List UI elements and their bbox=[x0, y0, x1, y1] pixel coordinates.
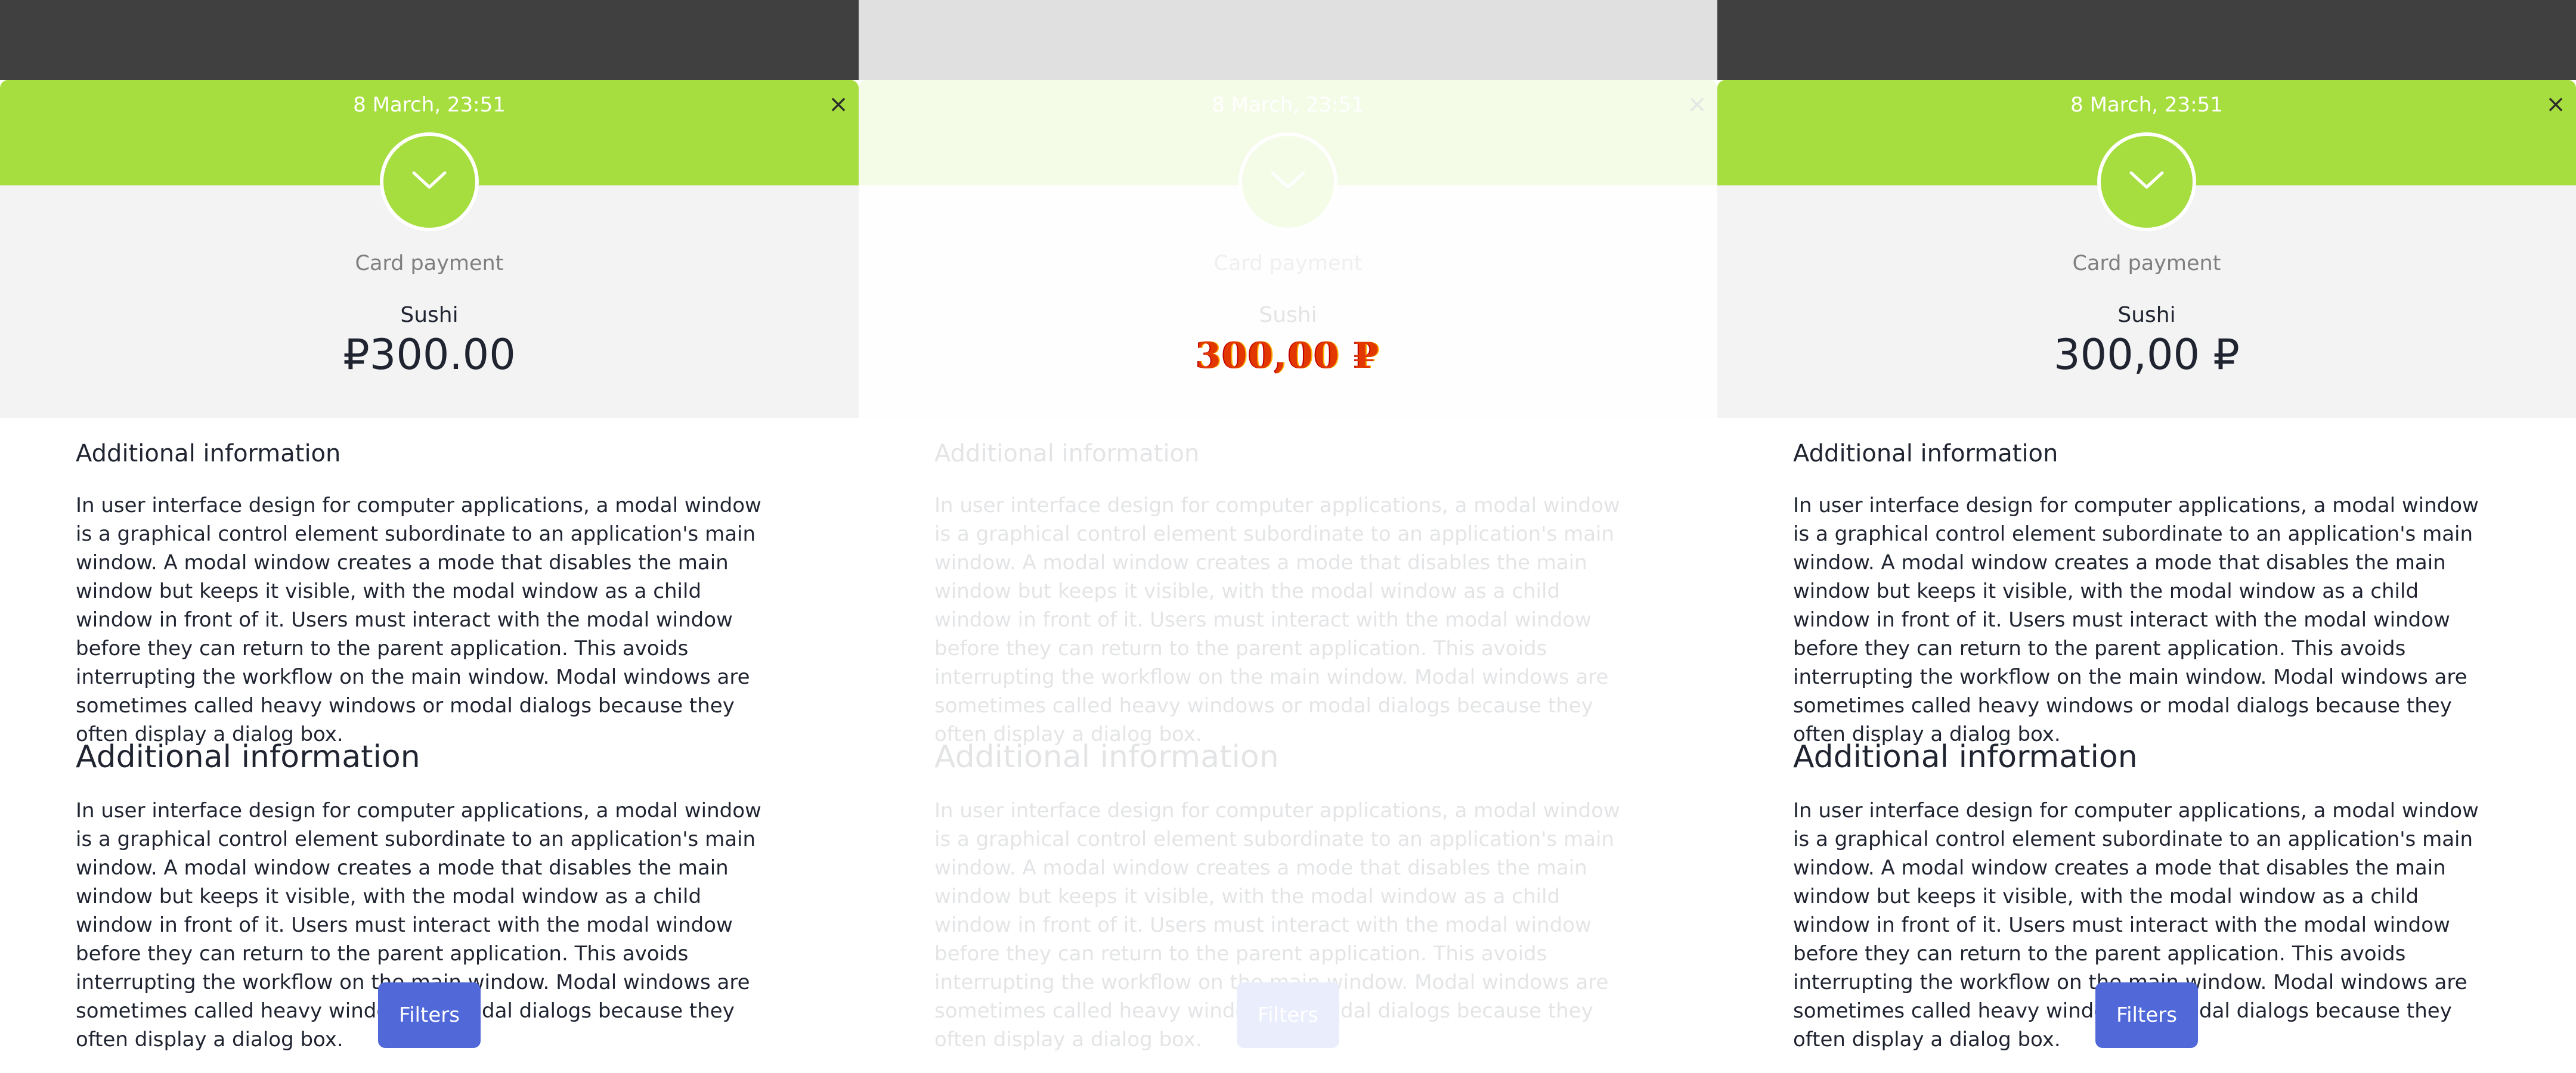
backdrop-strip bbox=[1717, 0, 2576, 80]
payment-method: Card payment bbox=[355, 252, 504, 275]
payment-method: Card payment bbox=[1213, 252, 1363, 275]
transaction-datetime: 8 March, 23:51 bbox=[2070, 93, 2223, 117]
merchant-name: Sushi bbox=[2117, 303, 2176, 327]
filters-button[interactable]: Filters bbox=[2095, 982, 2198, 1048]
status-badge bbox=[1239, 132, 1337, 231]
receipt-modal-3: 8 March, 23:51 × Card payment Sushi 300,… bbox=[1717, 0, 2576, 1073]
info-paragraph: In user interface design for computer ap… bbox=[1793, 494, 2479, 746]
payment-amount: ₽300.00 bbox=[343, 330, 516, 379]
payment-method: Card payment bbox=[2072, 252, 2221, 275]
merchant-name: Sushi bbox=[1259, 303, 1317, 327]
payment-amount: 300,00 ₽ bbox=[2054, 330, 2240, 379]
filters-button[interactable]: Filters bbox=[378, 982, 481, 1048]
chevron-down-icon bbox=[412, 171, 447, 189]
status-badge bbox=[2097, 132, 2196, 231]
backdrop-strip bbox=[859, 0, 1717, 80]
backdrop-strip bbox=[0, 0, 859, 80]
info-paragraph: In user interface design for computer ap… bbox=[76, 494, 761, 746]
filters-button[interactable]: Filters bbox=[1237, 982, 1339, 1048]
status-badge bbox=[380, 132, 479, 231]
receipt-modal-1: 8 March, 23:51 × Card payment Sushi ₽300… bbox=[0, 0, 859, 1073]
close-icon[interactable]: × bbox=[1685, 92, 1709, 116]
receipt-modal-2: 8 March, 23:51 × Card payment Sushi Addi… bbox=[859, 0, 1717, 1073]
chevron-down-icon bbox=[1271, 171, 1305, 189]
section-title-small: Additional information bbox=[76, 440, 341, 467]
chevron-down-icon bbox=[2129, 171, 2164, 189]
close-icon[interactable]: × bbox=[2544, 92, 2568, 116]
section-title-small: Additional information bbox=[934, 440, 1200, 467]
info-paragraph: In user interface design for computer ap… bbox=[934, 494, 1620, 746]
section-title-large: Additional information bbox=[1793, 739, 2138, 775]
transaction-datetime: 8 March, 23:51 bbox=[1212, 93, 1364, 117]
close-icon[interactable]: × bbox=[826, 92, 850, 116]
section-title-large: Additional information bbox=[934, 739, 1279, 775]
section-title-small: Additional information bbox=[1793, 440, 2058, 467]
section-title-large: Additional information bbox=[76, 739, 420, 775]
merchant-name: Sushi bbox=[400, 303, 459, 327]
transaction-datetime: 8 March, 23:51 bbox=[353, 93, 506, 117]
payment-amount: 300,00 ₽ bbox=[1196, 335, 1380, 377]
